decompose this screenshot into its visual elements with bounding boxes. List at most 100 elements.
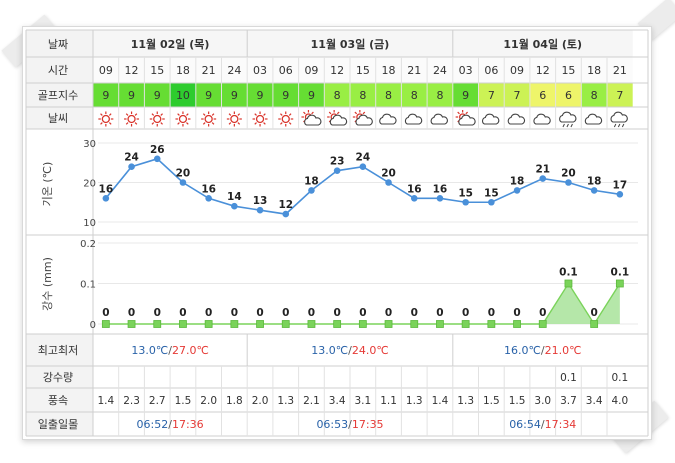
rain-drop xyxy=(613,123,617,128)
rain-data-label: 0 xyxy=(128,307,135,319)
temp-data-label: 12 xyxy=(278,199,293,211)
rain-point xyxy=(384,320,393,328)
hour-label: 24 xyxy=(227,64,241,77)
hour-label: 21 xyxy=(407,64,421,77)
sun-icon xyxy=(278,111,294,127)
temp-data-label: 16 xyxy=(99,183,114,195)
hour-label: 15 xyxy=(150,64,164,77)
hour-label: 15 xyxy=(356,64,370,77)
cloud-icon xyxy=(379,113,397,125)
sun-disc xyxy=(153,114,162,124)
wind-speed-value: 2.0 xyxy=(200,395,217,407)
hour-label: 21 xyxy=(613,64,627,77)
rain-data-label: 0 xyxy=(308,307,315,319)
sunrise-time: 06:52 xyxy=(137,418,169,431)
rain-point xyxy=(564,279,573,288)
sun-disc xyxy=(127,114,136,124)
sun-disc xyxy=(178,114,188,124)
temp-data-label: 18 xyxy=(304,175,319,187)
cloud-shape xyxy=(404,113,423,125)
sun-ray xyxy=(263,122,266,125)
sun-ray xyxy=(362,111,366,115)
sun-ray xyxy=(160,113,163,116)
golf-index-value: 9 xyxy=(128,89,135,102)
rain-point xyxy=(410,320,419,328)
hour-label: 03 xyxy=(459,64,473,77)
temp-data-label: 24 xyxy=(124,152,139,164)
hour-label: 12 xyxy=(125,64,139,77)
rain-point xyxy=(487,320,496,328)
sunrise-time: 06:54 xyxy=(509,418,541,431)
temp-point xyxy=(385,179,392,186)
sun-ray xyxy=(303,111,306,115)
cloud-shape xyxy=(430,113,448,125)
temp-data-label: 24 xyxy=(356,152,371,164)
cloud-shape xyxy=(304,114,322,126)
temp-point xyxy=(153,155,161,163)
temp-data-label: 16 xyxy=(201,183,216,195)
sun-disc xyxy=(101,114,110,124)
cloud-icon xyxy=(430,113,448,125)
golf-index-value: 9 xyxy=(102,89,109,102)
hour-label: 18 xyxy=(382,64,396,77)
sun-ray xyxy=(186,113,189,116)
temp-y-tick: 10 xyxy=(83,218,96,229)
rain-data-label: 0 xyxy=(231,307,238,319)
golf-index-value: 9 xyxy=(154,89,161,102)
sun-disc xyxy=(255,114,265,124)
golf-index-value: 8 xyxy=(591,89,598,102)
golf-index-value: 8 xyxy=(334,89,341,102)
temp-point xyxy=(359,163,367,170)
cloud-icon xyxy=(507,113,526,125)
hour-label: 18 xyxy=(587,64,601,77)
sun-ray xyxy=(457,111,460,115)
sun-disc xyxy=(281,114,290,124)
rain-point xyxy=(281,320,290,328)
sun-disc xyxy=(204,114,213,124)
hour-label: 15 xyxy=(561,64,575,77)
row-label-date: 날짜 xyxy=(48,38,68,51)
rain-drop xyxy=(617,123,621,128)
cloud-icon xyxy=(404,113,423,125)
rain-data-label: 0 xyxy=(102,307,109,319)
sun-ray xyxy=(186,122,189,125)
temp-data-label: 16 xyxy=(407,183,422,195)
temp-data-label: 16 xyxy=(433,183,448,195)
temp-data-label: 13 xyxy=(253,195,268,207)
max-temp: 27.0℃ xyxy=(172,344,209,357)
hour-label: 09 xyxy=(304,64,318,77)
min-temp: 16.0℃ xyxy=(504,344,541,357)
golf-index-value: 8 xyxy=(359,89,366,102)
temp-data-label: 20 xyxy=(561,168,576,180)
sun-ray xyxy=(228,122,232,125)
rain-data-label: 0.1 xyxy=(611,267,630,279)
cloud-shape xyxy=(559,111,577,123)
temp-point xyxy=(308,187,315,194)
sunrise-sunset: 06:53/17:35 xyxy=(316,418,383,431)
cloud-shape xyxy=(610,111,628,123)
sun-ray xyxy=(354,111,358,115)
temp-point xyxy=(231,202,238,210)
rain-point xyxy=(307,320,316,328)
temp-data-label: 17 xyxy=(613,179,628,191)
hour-label: 06 xyxy=(484,64,498,77)
temp-point xyxy=(102,195,110,202)
golf-index-value: 9 xyxy=(231,89,238,102)
rain-point xyxy=(101,320,110,328)
row-label-sunrise-sunset: 일출일몰 xyxy=(38,417,78,431)
cloud-shape xyxy=(379,113,397,125)
rain-point xyxy=(333,320,342,328)
sun-ray xyxy=(177,122,180,125)
rain-point xyxy=(358,320,367,328)
sunset-time: 17:34 xyxy=(545,418,577,431)
temp-data-label: 26 xyxy=(150,144,165,156)
sun-ray xyxy=(280,122,283,125)
cloud-shape xyxy=(584,113,603,125)
sun-ray xyxy=(151,122,155,125)
golf-index-value: 8 xyxy=(385,89,392,102)
rain-data-label: 0 xyxy=(539,307,546,319)
wind-speed-value: 1.4 xyxy=(97,395,114,407)
temp-data-label: 21 xyxy=(535,164,550,176)
precip-amount-value: 0.1 xyxy=(560,372,577,384)
golf-index-value: 10 xyxy=(176,89,190,102)
